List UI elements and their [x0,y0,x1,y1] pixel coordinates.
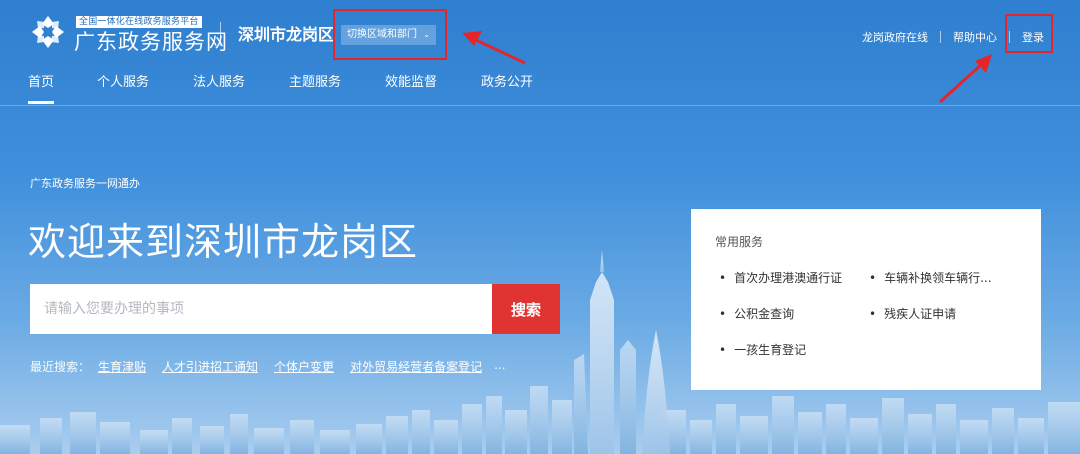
service-item[interactable]: 公积金查询 [719,305,859,322]
main-nav: 首页 个人服务 法人服务 主题服务 效能监督 政务公开 [0,62,1080,106]
guangdong-gov-logo-icon [32,16,64,48]
nav-performance-supervision[interactable]: 效能监督 [385,74,437,92]
common-services-title: 常用服务 [715,235,764,249]
recent-search-item[interactable]: 对外贸易经营者备案登记 [350,358,482,375]
recent-search-item[interactable]: 个体户变更 [274,358,334,375]
header-divider [220,22,221,46]
search-input[interactable] [30,284,492,334]
top-header: 全国一体化在线政务服务平台 广东政务服务网 深圳市龙岗区 切换区域和部门 ⌄ 龙… [0,0,1080,106]
gov-online-link[interactable]: 龙岗政府在线 [862,29,928,45]
annotation-box-login [1005,14,1053,53]
hero-slogan: 广东政务服务一网通办 [30,177,140,190]
annotation-box-switch [333,9,447,60]
common-services-card: 常用服务 首次办理港澳通行证 车辆补换领车辆行... 公积金查询 残疾人证申请 … [691,209,1041,390]
nav-legal-entity-services[interactable]: 法人服务 [193,74,245,92]
service-item[interactable]: 一孩生育登记 [719,341,859,358]
service-item[interactable]: 首次办理港澳通行证 [719,269,859,286]
recent-search-item[interactable]: 人才引进招工通知 [162,358,258,375]
recent-search-item[interactable]: 生育津贴 [98,358,146,375]
brand-name: 广东政务服务网 [74,30,228,54]
service-item[interactable]: 残疾人证申请 [869,305,1009,322]
search-button[interactable]: 搜索 [492,284,560,334]
service-item[interactable]: 车辆补换领车辆行... [869,269,1009,286]
link-separator [940,31,941,43]
nav-theme-services[interactable]: 主题服务 [289,74,341,92]
hero-title: 欢迎来到深圳市龙岗区 [28,220,419,264]
district-name: 深圳市龙岗区 [238,25,335,44]
help-center-link[interactable]: 帮助中心 [953,29,997,45]
platform-tagline: 全国一体化在线政务服务平台 [76,16,202,28]
recent-searches: 最近搜索： 生育津贴 人才引进招工通知 个体户变更 对外贸易经营者备案登记 ..… [30,358,506,375]
nav-government-affairs-disclosure[interactable]: 政务公开 [481,74,533,92]
recent-search-more: ... [494,358,506,372]
nav-home[interactable]: 首页 [28,74,55,104]
nav-personal-services[interactable]: 个人服务 [97,74,149,92]
recent-search-label: 最近搜索： [30,360,91,374]
search-bar: 搜索 [30,284,560,334]
